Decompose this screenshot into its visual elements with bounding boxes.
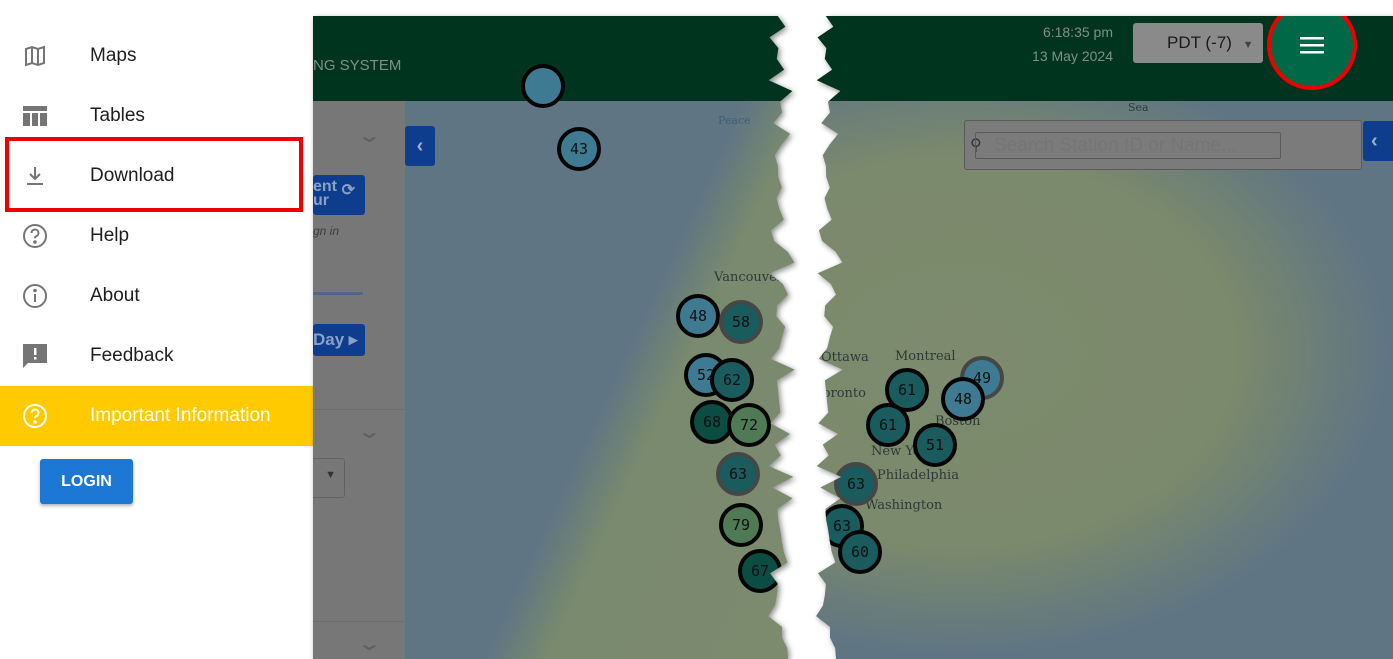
menu-label: Maps — [90, 45, 137, 66]
map-icon — [22, 43, 48, 69]
clock-date: 13 May 2024 — [1032, 48, 1113, 64]
filter-panel: ⌄ ent ⟳ ur gn in Day ▸ ⌄ ▼ ⌄ — [313, 101, 405, 659]
menu-item-important-information[interactable]: Important Information — [0, 386, 313, 446]
station-cluster-marker[interactable]: 61 — [866, 403, 910, 447]
collapse-panel-button[interactable]: ‹ — [1363, 121, 1393, 161]
caret-down-icon: ▼ — [1242, 39, 1254, 51]
chevron-down-icon[interactable]: ⌄ — [357, 419, 382, 444]
login-button[interactable]: LOGIN — [40, 459, 133, 504]
map-label: Ottawa — [821, 350, 869, 365]
menu-item-feedback[interactable]: Feedback — [0, 326, 313, 386]
station-cluster-marker[interactable]: 43 — [557, 127, 601, 171]
help-circle-icon — [22, 403, 48, 429]
station-cluster-marker[interactable]: 60 — [838, 530, 882, 574]
station-cluster-marker[interactable]: 48 — [941, 377, 985, 421]
map-label: Sea — [1128, 101, 1149, 114]
station-cluster-marker[interactable]: 58 — [719, 300, 763, 344]
slider[interactable] — [313, 292, 363, 295]
search-box: ⚲ — [964, 120, 1362, 170]
menu-item-maps[interactable]: Maps — [0, 26, 313, 86]
station-cluster-marker[interactable]: 79 — [719, 503, 763, 547]
menu-item-help[interactable]: Help — [0, 206, 313, 266]
download-highlight-box — [5, 137, 303, 212]
station-cluster-marker[interactable] — [521, 64, 565, 108]
info-icon — [22, 283, 48, 309]
table-icon — [22, 103, 48, 129]
station-cluster-marker[interactable]: 63 — [834, 462, 878, 506]
station-cluster-marker[interactable]: 48 — [676, 294, 720, 338]
menu-icon — [1300, 37, 1324, 54]
left-screen-fragment: NG SYSTEM ⌄ ent ⟳ ur gn in Day ▸ ⌄ ▼ ⌄ ‹ … — [313, 16, 795, 659]
menu-label: Feedback — [90, 345, 174, 366]
station-cluster-marker[interactable]: 63 — [716, 452, 760, 496]
chevron-down-icon[interactable]: ⌄ — [357, 123, 382, 148]
next-day-button[interactable]: Day ▸ — [313, 324, 365, 356]
menu-label: Tables — [90, 105, 145, 126]
station-cluster-marker[interactable]: 67 — [738, 549, 782, 593]
collapse-panel-button[interactable]: ‹ — [405, 126, 435, 166]
chevron-down-icon[interactable]: ⌄ — [357, 631, 382, 656]
select-dropdown[interactable]: ▼ — [313, 458, 345, 498]
timezone-select[interactable]: PDT (-7) ▼ — [1133, 23, 1263, 63]
map-label: Toronto — [815, 386, 866, 401]
map-label: Philadelphia — [877, 468, 959, 483]
map-label: Peace — [718, 114, 751, 127]
search-input[interactable] — [975, 132, 1281, 159]
menu-item-about[interactable]: About — [0, 266, 313, 326]
menu-label: Important Information — [90, 405, 271, 426]
feedback-icon — [22, 343, 48, 369]
station-cluster-marker[interactable]: 72 — [727, 403, 771, 447]
navigation-drawer: Maps Tables Download Help About Feedback… — [0, 0, 313, 659]
caret-down-icon: ▼ — [325, 469, 336, 481]
signin-note: gn in — [313, 224, 340, 238]
menu-label: About — [90, 285, 140, 306]
station-cluster-marker[interactable]: 62 — [710, 358, 754, 402]
clock-time: 6:18:35 pm — [1042, 24, 1113, 40]
map-label: Montreal — [895, 349, 956, 364]
app-header: 6:18:35 pm 13 May 2024 PDT (-7) ▼ — [816, 16, 1393, 101]
station-cluster-marker[interactable]: 51 — [913, 423, 957, 467]
help-circle-icon — [22, 223, 48, 249]
menu-label: Help — [90, 225, 130, 246]
app-title: NG SYSTEM — [313, 57, 402, 74]
right-screen-fragment: 6:18:35 pm 13 May 2024 PDT (-7) ▼ Sea ⚲ … — [815, 16, 1393, 659]
refresh-button[interactable]: ent ⟳ ur — [313, 175, 365, 215]
hamburger-menu-button[interactable] — [1267, 16, 1357, 90]
map-label: Vancouver — [714, 270, 784, 285]
refresh-icon: ⟳ — [341, 182, 355, 199]
map-label: Washington — [865, 498, 943, 513]
